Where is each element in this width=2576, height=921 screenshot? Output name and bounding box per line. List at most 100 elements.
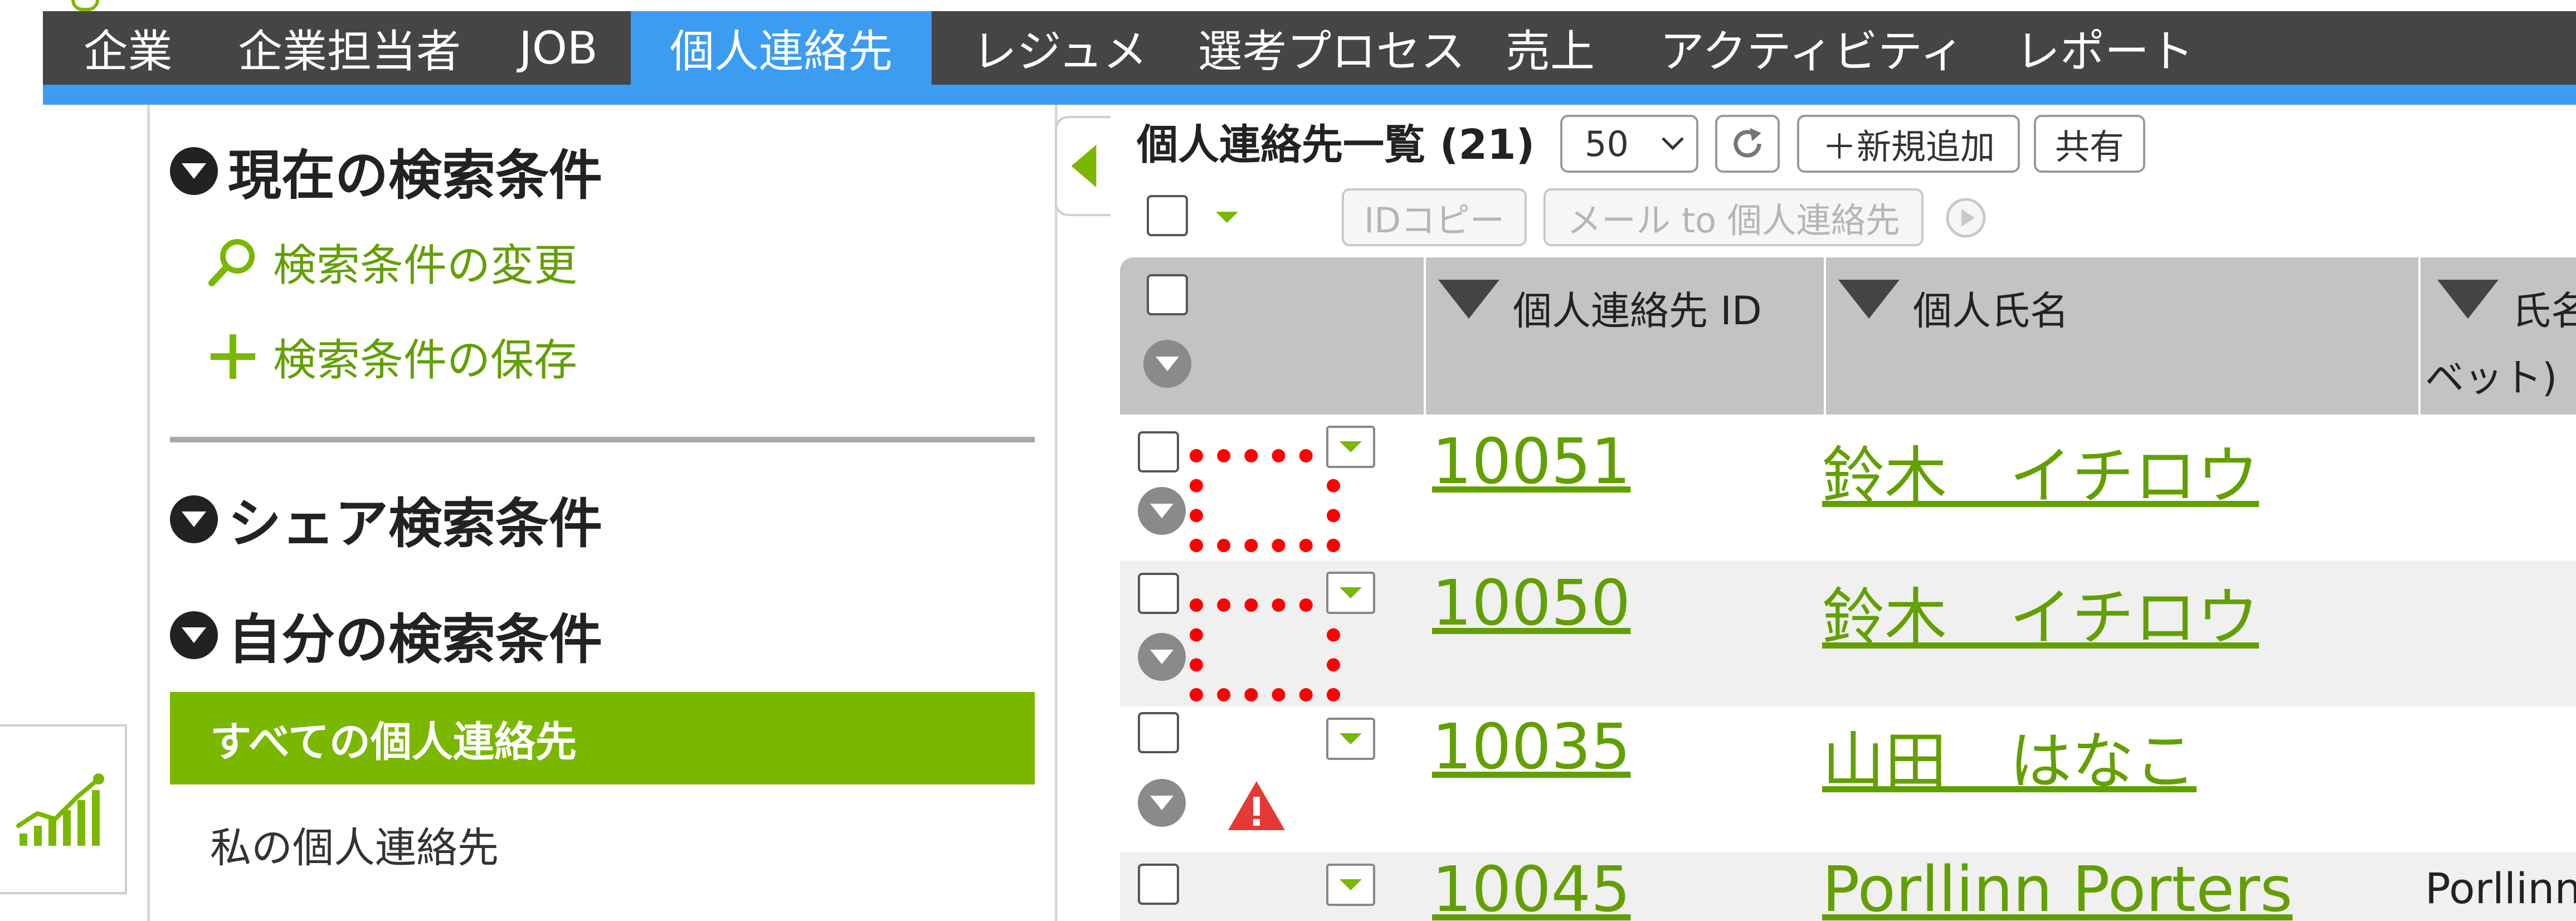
share-button[interactable]: 共有 — [2034, 115, 2145, 173]
folder-all-contacts[interactable]: すべての個人連絡先 — [170, 692, 1035, 784]
row-checkbox[interactable] — [1138, 573, 1179, 614]
refresh-icon — [1733, 128, 1761, 158]
per-page-value: 50 — [1585, 123, 1629, 164]
nav-item-reports[interactable]: レポート — [1999, 11, 2210, 85]
shared-conditions-header[interactable]: シェア検索条件 — [170, 480, 602, 558]
sort-triangle-icon — [2437, 280, 2499, 319]
chevron-down-circle-icon — [1150, 650, 1173, 664]
chevron-down-icon — [1340, 879, 1362, 890]
nav-underline — [43, 85, 2576, 105]
shared-conditions-title: シェア検索条件 — [228, 493, 602, 555]
row-checkbox[interactable] — [1138, 864, 1179, 905]
contact-name-link[interactable]: 鈴木 イチロウ — [1822, 567, 2259, 657]
sort-triangle-icon — [1438, 280, 1499, 319]
column-label-name-alphabet-line2: ベット) — [2425, 355, 2558, 401]
row-menu-button[interactable] — [1138, 779, 1186, 827]
chevron-down-icon — [1662, 137, 1684, 150]
contact-id-link[interactable]: 10045 — [1432, 854, 1630, 921]
contact-id-link[interactable]: 10050 — [1432, 567, 1630, 640]
column-header-name[interactable]: 個人氏名 — [1824, 257, 2424, 415]
play-circle-icon[interactable] — [1945, 197, 1987, 239]
warning-icon — [1228, 781, 1285, 830]
plus-icon — [211, 334, 255, 379]
row-menu-button[interactable] — [1138, 633, 1186, 681]
row-checkbox[interactable] — [1138, 712, 1179, 753]
chevron-down-icon — [1340, 733, 1362, 744]
chart-widget-button[interactable] — [0, 724, 127, 894]
triangle-left-icon — [1071, 144, 1097, 188]
chevron-down-icon — [1340, 441, 1362, 452]
sidebar-divider — [170, 437, 1035, 442]
refresh-button[interactable] — [1715, 115, 1780, 173]
contact-name-link[interactable]: Porllinn Porters — [1822, 854, 2292, 921]
change-conditions-label: 検索条件の変更 — [273, 241, 578, 291]
nav-item-activities[interactable]: アクティビティ — [1625, 11, 1999, 85]
column-header-contact-id[interactable]: 個人連絡先 ID — [1424, 257, 1824, 415]
contact-name-alphabet: Porllinn — [2425, 864, 2576, 913]
my-conditions-header[interactable]: 自分の検索条件 — [170, 596, 602, 674]
collapse-sidebar-button[interactable] — [1055, 116, 1111, 216]
row-expand-button[interactable] — [1326, 864, 1375, 906]
column-header-name-alphabet[interactable]: 氏名 ベット) — [2418, 257, 2576, 415]
header-menu-button[interactable] — [1143, 340, 1191, 388]
contacts-table: 個人連絡先 ID 個人氏名 氏名 ベット) 10051 鈴木 イチロウ 1005… — [1120, 257, 2576, 921]
table-header: 個人連絡先 ID 個人氏名 氏名 ベット) — [1120, 257, 2576, 415]
add-new-button[interactable]: ＋新規追加 — [1797, 115, 2020, 173]
bulk-select-dropdown-icon[interactable] — [1215, 211, 1239, 224]
id-copy-button[interactable]: IDコピー — [1342, 188, 1527, 246]
contact-id-link[interactable]: 10035 — [1432, 711, 1630, 783]
bulk-select-checkbox[interactable] — [1147, 195, 1188, 236]
select-all-checkbox[interactable] — [1147, 274, 1188, 315]
table-row[interactable]: 10045 Porllinn Porters Porllinn — [1120, 852, 2576, 921]
current-conditions-header[interactable]: 現在の検索条件 — [170, 132, 602, 209]
chevron-down-circle-icon — [170, 147, 218, 195]
chevron-down-circle-icon — [1150, 504, 1173, 518]
row-expand-button[interactable] — [1326, 718, 1375, 760]
save-conditions-label: 検索条件の保存 — [273, 335, 578, 386]
contact-id-link[interactable]: 10051 — [1432, 426, 1630, 498]
folder-my-contacts-label: 私の個人連絡先 — [210, 824, 499, 872]
main-nav: 企業 企業担当者 JOB 個人連絡先 レジュメ 選考プロセス 売上 アクティビテ… — [43, 11, 2576, 85]
row-expand-button[interactable] — [1326, 572, 1375, 614]
app-logo-fragment — [71, 0, 99, 11]
current-conditions-title: 現在の検索条件 — [228, 144, 602, 207]
save-conditions-link[interactable]: 検索条件の保存 — [206, 325, 577, 388]
nav-item-sales[interactable]: 売上 — [1475, 11, 1625, 85]
nav-item-company-contacts[interactable]: 企業担当者 — [213, 11, 486, 85]
folder-all-contacts-label: すべての個人連絡先 — [210, 718, 577, 766]
folder-my-contacts[interactable]: 私の個人連絡先 — [210, 815, 499, 874]
change-conditions-link[interactable]: 検索条件の変更 — [206, 231, 577, 293]
mail-to-contacts-button[interactable]: メール to 個人連絡先 — [1543, 188, 1924, 246]
row-expand-button[interactable] — [1326, 426, 1375, 468]
column-label-name: 個人氏名 — [1913, 288, 2069, 334]
nav-item-resumes[interactable]: レジュメ — [932, 11, 1188, 85]
chevron-down-circle-icon — [1156, 357, 1179, 371]
nav-item-personal-contacts[interactable]: 個人連絡先 — [631, 11, 932, 85]
row-checkbox[interactable] — [1138, 431, 1179, 472]
nav-item-jobs[interactable]: JOB — [486, 11, 631, 85]
table-row[interactable]: 10050 鈴木 イチロウ — [1120, 561, 2576, 706]
contact-name-link[interactable]: 鈴木 イチロウ — [1822, 426, 2259, 516]
chevron-down-circle-icon — [170, 611, 218, 659]
photo-placeholder — [1190, 449, 1340, 552]
column-label-contact-id: 個人連絡先 ID — [1513, 288, 1762, 334]
table-row[interactable]: 10051 鈴木 イチロウ — [1120, 415, 2576, 561]
my-conditions-title: 自分の検索条件 — [228, 608, 602, 671]
contact-name-link[interactable]: 山田 はなこ — [1822, 711, 2197, 801]
column-label-name-alphabet: 氏名 — [2512, 288, 2576, 334]
sort-triangle-icon — [1838, 280, 1900, 319]
nav-item-selection-process[interactable]: 選考プロセス — [1188, 11, 1475, 85]
chevron-down-circle-icon — [170, 495, 218, 543]
panel-divider — [1055, 105, 1058, 921]
list-title: 個人連絡先一覧 (21) — [1137, 121, 1535, 169]
chevron-down-icon — [1340, 587, 1362, 598]
chevron-down-circle-icon — [1150, 796, 1173, 810]
per-page-select[interactable]: 50 — [1560, 115, 1698, 173]
nav-item-companies[interactable]: 企業 — [43, 11, 213, 85]
chart-growth-icon — [16, 773, 104, 846]
search-icon — [208, 239, 255, 286]
photo-placeholder — [1190, 598, 1340, 701]
sidebar-border — [147, 105, 150, 921]
row-menu-button[interactable] — [1138, 487, 1186, 535]
table-row[interactable]: 10035 山田 はなこ — [1120, 706, 2576, 852]
